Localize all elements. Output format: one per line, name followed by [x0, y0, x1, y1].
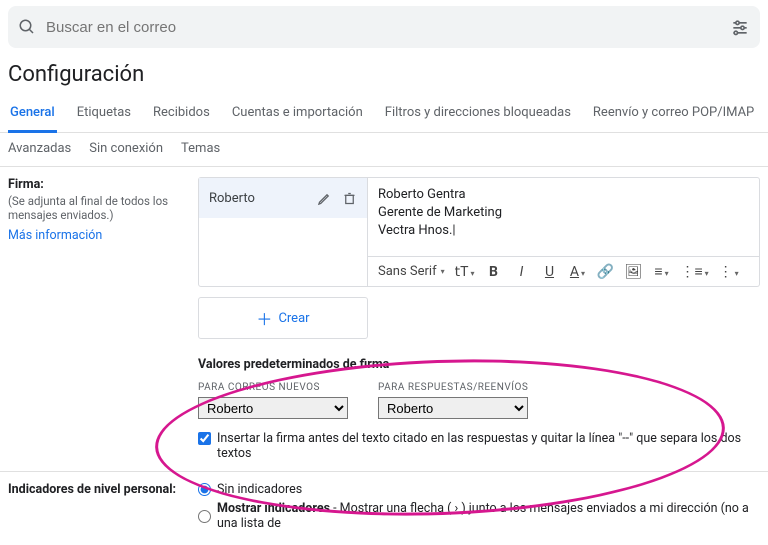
search-options-icon[interactable]: [730, 17, 750, 37]
reply-signature-select[interactable]: Roberto: [378, 397, 528, 419]
no-indicators-label: Sin indicadores: [217, 482, 302, 497]
text-color-button[interactable]: A: [568, 264, 586, 280]
tab-filtros[interactable]: Filtros y direcciones bloqueadas: [383, 97, 573, 132]
text-size-icon[interactable]: 𝗍T: [455, 264, 475, 280]
signature-list: Roberto: [198, 177, 368, 287]
tab-avanzadas[interactable]: Avanzadas: [8, 141, 71, 156]
signature-content[interactable]: Roberto Gentra Gerente de Marketing Vect…: [368, 178, 759, 256]
plus-icon: ＋: [256, 306, 272, 330]
tab-temas[interactable]: Temas: [181, 141, 220, 156]
tab-sin-conexion[interactable]: Sin conexión: [89, 141, 163, 156]
indicators-section: Indicadores de nivel personal: Sin indic…: [0, 472, 768, 545]
search-icon: [18, 18, 36, 36]
signature-editor[interactable]: Roberto Gentra Gerente de Marketing Vect…: [368, 177, 760, 287]
pencil-icon[interactable]: [317, 191, 332, 206]
align-button[interactable]: ≡: [652, 263, 670, 280]
search-input[interactable]: [46, 19, 730, 36]
tab-etiquetas[interactable]: Etiquetas: [75, 97, 133, 132]
font-select[interactable]: Sans Serif: [378, 264, 445, 279]
insert-before-quoted-checkbox[interactable]: [198, 432, 211, 445]
tab-reenvio[interactable]: Reenvío y correo POP/IMAP: [591, 97, 756, 132]
list-button[interactable]: ⋮≡: [680, 263, 708, 280]
page-title: Configuración: [8, 62, 768, 87]
link-button[interactable]: 🔗: [596, 264, 614, 280]
new-email-signature-select[interactable]: Roberto: [198, 397, 348, 419]
image-button[interactable]: 🖼: [624, 264, 642, 280]
signature-heading: Firma:: [8, 177, 198, 192]
indicators-heading: Indicadores de nivel personal:: [8, 482, 198, 497]
settings-tabs: General Etiquetas Recibidos Cuentas e im…: [0, 97, 768, 133]
tab-cuentas[interactable]: Cuentas e importación: [230, 97, 365, 132]
reply-label: PARA RESPUESTAS/REENVÍOS: [378, 382, 528, 393]
underline-button[interactable]: U: [540, 264, 558, 280]
create-signature-button[interactable]: ＋ Crear: [198, 297, 368, 339]
no-indicators-radio[interactable]: [198, 483, 211, 496]
insert-before-quoted-label: Insertar la firma antes del texto citado…: [217, 431, 760, 461]
signature-defaults-heading: Valores predeterminados de firma: [198, 357, 760, 372]
tab-recibidos[interactable]: Recibidos: [151, 97, 212, 132]
bold-button[interactable]: B: [484, 264, 502, 280]
show-indicators-radio[interactable]: [198, 510, 211, 523]
editor-toolbar: Sans Serif 𝗍T B I U A 🔗 🖼 ≡ ⋮≡ ⋮: [368, 256, 759, 286]
settings-subtabs: Avanzadas Sin conexión Temas: [0, 133, 768, 167]
signature-more-link[interactable]: Más información: [8, 228, 102, 243]
search-bar[interactable]: [8, 6, 760, 48]
more-format-button[interactable]: ⋮: [719, 264, 739, 280]
tab-general[interactable]: General: [8, 97, 57, 133]
signature-item[interactable]: Roberto: [199, 178, 367, 218]
signature-section: Firma: (Se adjunta al final de todos los…: [0, 167, 768, 472]
show-indicators-label: Mostrar indicadores - Mostrar una flecha…: [217, 501, 760, 531]
italic-button[interactable]: I: [512, 264, 530, 280]
new-email-label: PARA CORREOS NUEVOS: [198, 382, 348, 393]
signature-subtext: (Se adjunta al final de todos los mensaj…: [8, 194, 198, 222]
signature-item-name: Roberto: [209, 191, 255, 206]
trash-icon[interactable]: [342, 191, 357, 206]
